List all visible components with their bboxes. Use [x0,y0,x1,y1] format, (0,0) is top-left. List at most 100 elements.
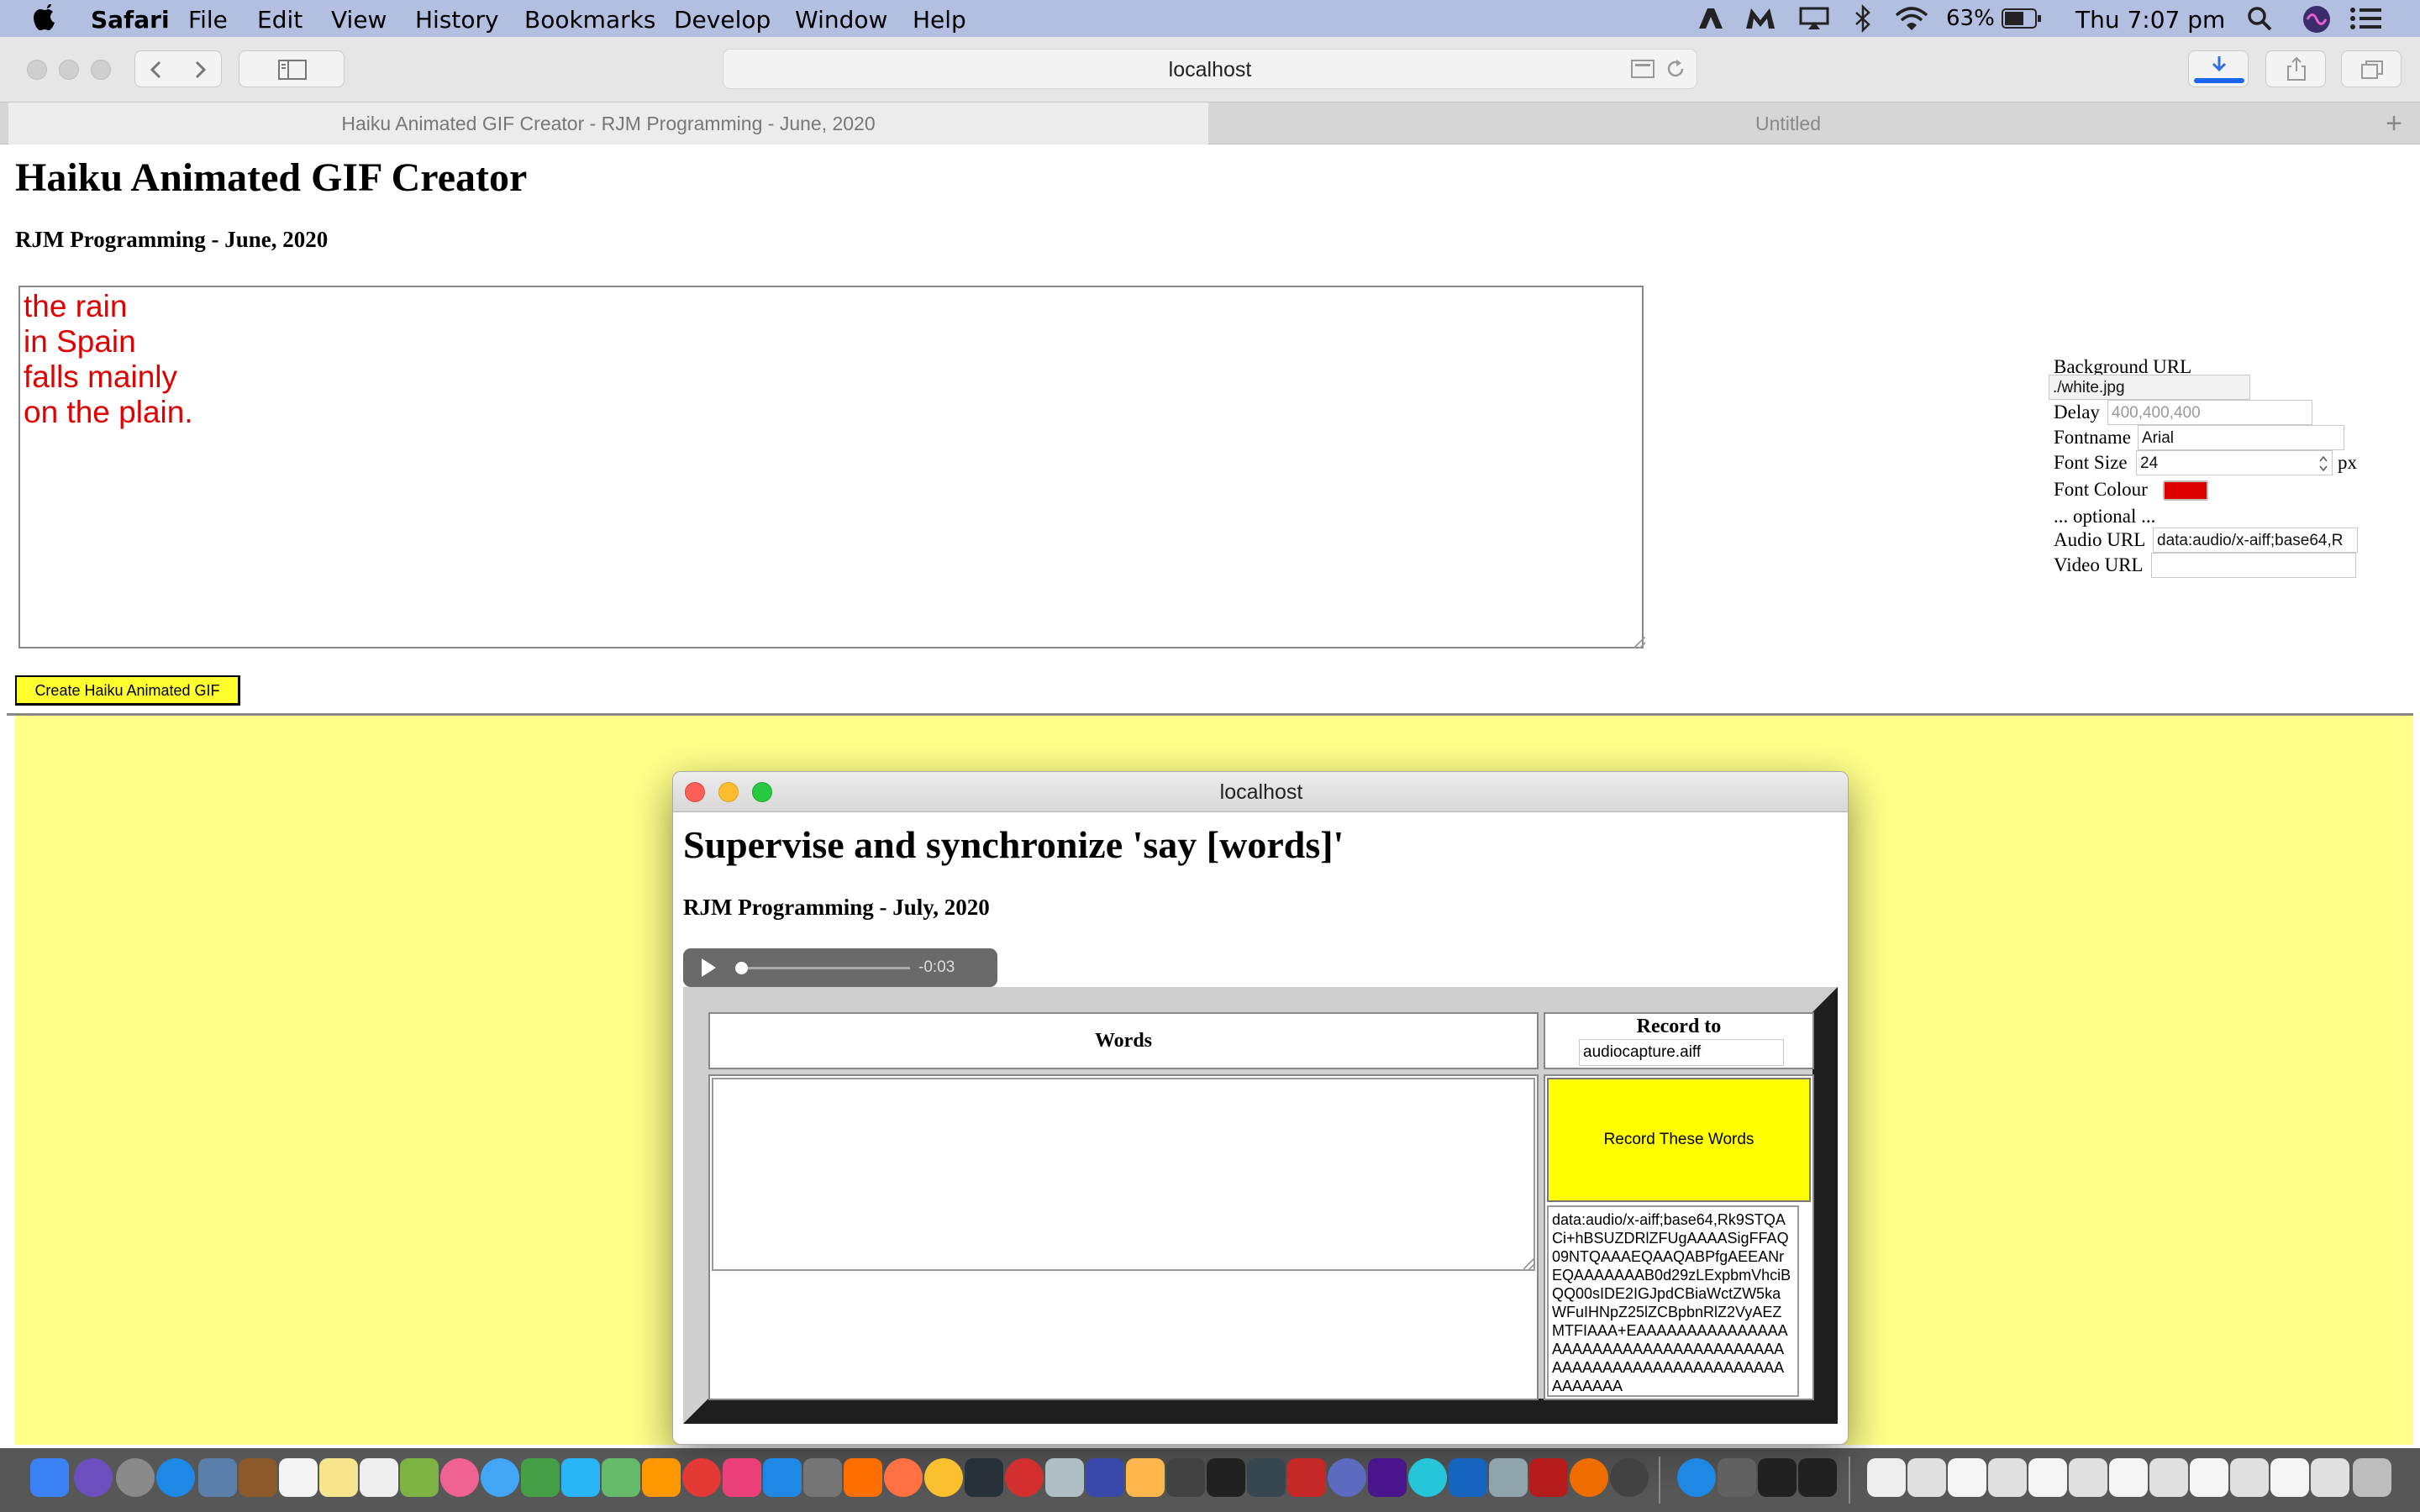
chrome-icon[interactable] [924,1458,963,1497]
haiku-textarea[interactable]: the rain in Spain falls mainly on the pl… [18,286,1644,648]
minimized-window-1[interactable] [1718,1458,1756,1497]
minimized-window-15[interactable] [2311,1458,2349,1497]
trash-icon[interactable] [2353,1458,2391,1497]
minimized-window-2[interactable] [1758,1458,1797,1497]
menu-history[interactable]: History [415,6,499,34]
battery-icon[interactable] [2002,8,2042,29]
delay-input[interactable]: 400,400,400 [2107,400,2312,425]
minimized-window-3[interactable] [1798,1458,1837,1497]
reload-icon[interactable] [1665,58,1686,80]
new-tab-button[interactable]: + [2368,102,2420,144]
cyberduck-icon[interactable] [1247,1458,1286,1497]
tab-haiku-creator[interactable]: Haiku Animated GIF Creator - RJM Program… [8,102,1208,144]
screenshot-icon[interactable] [1489,1458,1528,1497]
audio-data-textarea[interactable]: data:audio/x-aiff;base64,Rk9STQACi+hBSUZ… [1547,1205,1799,1397]
minimized-window-4[interactable] [1867,1458,1906,1497]
menu-help[interactable]: Help [913,6,966,34]
video-url-input[interactable] [2151,553,2356,578]
minimized-window-9[interactable] [2069,1458,2107,1497]
pages-icon[interactable] [561,1458,600,1497]
facetime-icon[interactable] [521,1458,560,1497]
notes-icon[interactable] [319,1458,358,1497]
create-haiku-gif-button[interactable]: Create Haiku Animated GIF [15,675,240,706]
minimized-window-7[interactable] [1988,1458,2027,1497]
maps-icon[interactable] [400,1458,439,1497]
back-button-icon[interactable] [147,60,166,80]
evernote-icon[interactable] [1045,1458,1084,1497]
menu-edit[interactable]: Edit [257,6,302,34]
minimized-window-11[interactable] [2149,1458,2188,1497]
opera-icon[interactable] [1005,1458,1044,1497]
adobe-xd-icon[interactable] [1368,1458,1407,1497]
reminders-icon[interactable] [360,1458,398,1497]
messages-icon[interactable] [481,1458,519,1497]
notification-center-icon[interactable] [2349,7,2383,30]
preview-icon[interactable] [198,1458,237,1497]
popup-titlebar[interactable]: localhost [673,772,1848,812]
system-preferences-icon[interactable] [803,1458,842,1497]
spotlight-search-icon[interactable] [2247,6,2272,31]
show-all-tabs-button[interactable] [2341,50,2402,87]
contacts-icon[interactable] [239,1458,277,1497]
url-text[interactable]: localhost [723,58,1697,82]
menu-file[interactable]: File [188,6,228,34]
terminal-icon[interactable] [1207,1458,1245,1497]
phpstorm-icon[interactable] [965,1458,1003,1497]
audio-seek-bar[interactable] [740,967,910,969]
menu-bookmarks[interactable]: Bookmarks [524,6,655,34]
siri-dock-icon[interactable] [74,1458,113,1497]
apple-icon[interactable] [34,3,57,31]
font-app-icon[interactable] [1610,1458,1649,1497]
wifi-icon[interactable] [1894,5,1929,32]
textarea-resize-handle[interactable] [1634,637,1645,648]
file-manager-icon[interactable] [1449,1458,1487,1497]
minimized-window-6[interactable] [1948,1458,1986,1497]
menu-window[interactable]: Window [795,6,887,34]
gimp-icon[interactable] [1126,1458,1165,1497]
launchpad-icon[interactable] [116,1458,155,1497]
fontsize-stepper[interactable]: 24 [2136,450,2333,475]
sidebar-toggle-button[interactable] [239,50,345,87]
quicktime-icon[interactable] [1328,1458,1366,1497]
minimized-window-5[interactable] [1907,1458,1946,1497]
record-these-words-button[interactable]: Record These Words [1547,1078,1811,1202]
firefox-nightly-icon[interactable] [1570,1458,1608,1497]
menu-view[interactable]: View [331,6,387,34]
filezilla-icon[interactable] [1529,1458,1568,1497]
reader-view-icon[interactable] [1631,60,1655,78]
tab-untitled[interactable]: Untitled [1208,102,2368,144]
words-resize-handle[interactable] [1523,1257,1535,1269]
minimized-window-13[interactable] [2230,1458,2269,1497]
network-icon[interactable] [1677,1458,1716,1497]
menu-app-name[interactable]: Safari [91,6,170,34]
play-icon[interactable] [702,958,716,977]
malwarebytes-icon[interactable] [1744,7,1776,30]
downloads-button[interactable] [2188,50,2249,87]
finder-icon[interactable] [30,1458,69,1497]
minimized-window-10[interactable] [2109,1458,2148,1497]
photos-icon[interactable] [440,1458,479,1497]
address-bar[interactable]: localhost [723,49,1697,89]
fontname-input[interactable]: Arial [2138,425,2344,450]
font-colour-picker[interactable] [2163,480,2208,501]
minimized-window-14[interactable] [2270,1458,2309,1497]
numbers-icon[interactable] [602,1458,640,1497]
airplay-icon[interactable] [1798,7,1830,30]
keynote-icon[interactable] [642,1458,681,1497]
window-minimize-button[interactable] [59,60,79,80]
share-button[interactable] [2265,50,2326,87]
siri-icon[interactable] [2302,5,2331,34]
audio-seek-thumb[interactable] [735,962,748,974]
stepper-arrows-icon[interactable] [2317,454,2329,474]
calendar-icon[interactable] [279,1458,318,1497]
window-close-button[interactable] [27,60,47,80]
firefox-icon[interactable] [884,1458,923,1497]
app-store-icon[interactable] [763,1458,802,1497]
clock[interactable]: Thu 7:07 pm [2075,6,2225,34]
background-url-input[interactable]: ./white.jpg [2049,375,2250,400]
utility-icon[interactable] [1166,1458,1205,1497]
audio-url-input[interactable]: data:audio/x-aiff;base64,R [2153,528,2358,553]
audacity-icon[interactable] [844,1458,882,1497]
photoscape-icon[interactable] [1408,1458,1447,1497]
forward-button-icon[interactable] [191,60,209,80]
